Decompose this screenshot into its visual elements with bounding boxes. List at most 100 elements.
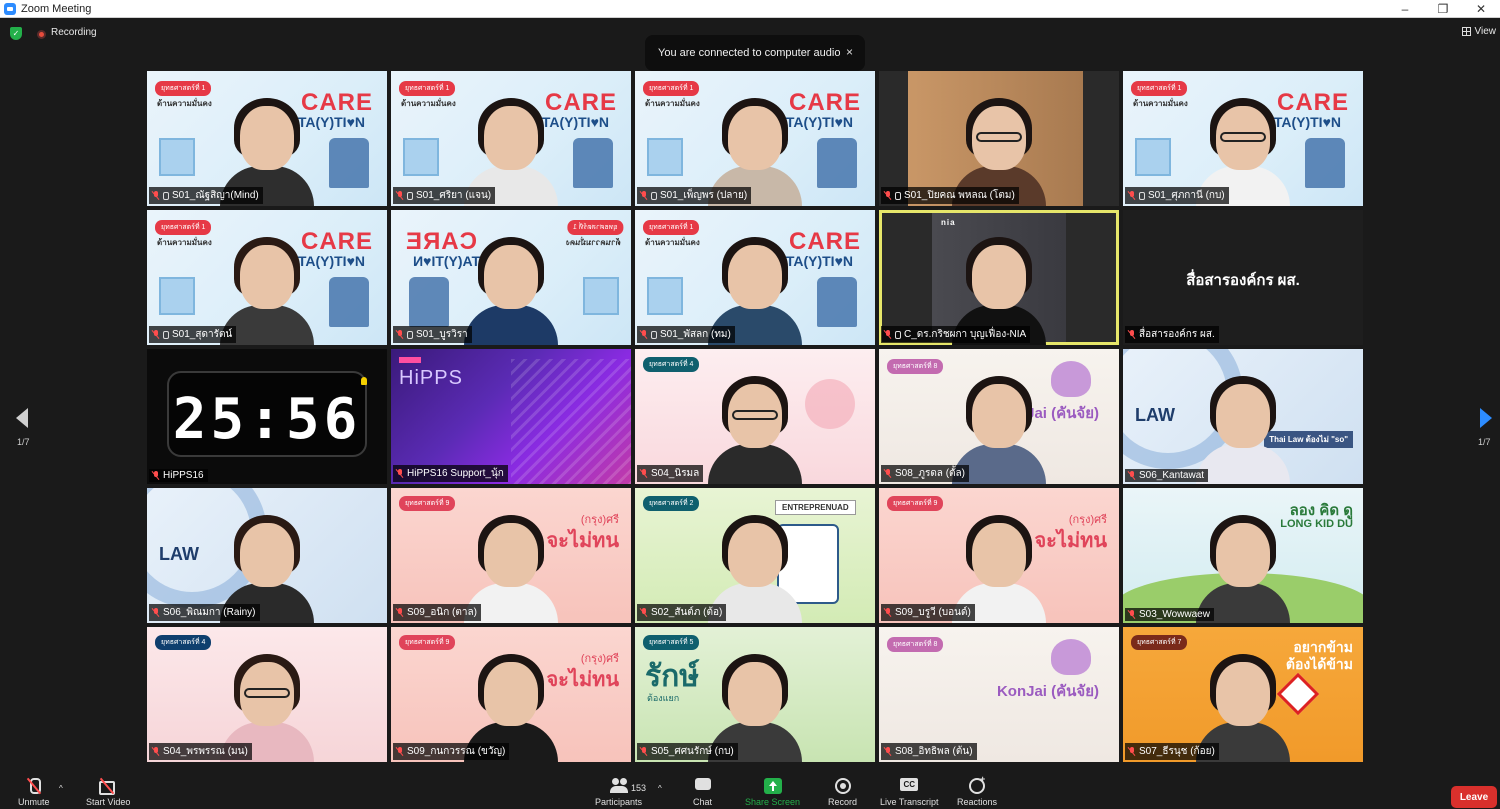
minimize-button[interactable]: – [1386, 0, 1424, 18]
participant-name: S09_บรูวี (บอนด์) [895, 607, 971, 618]
next-page-button[interactable] [1474, 406, 1498, 430]
participant-name: S01_บูรวิรา [416, 329, 468, 340]
participant-name-tag: S08_ภูรดล (ตั้ล) [881, 465, 969, 482]
participant-name: S01_ณัฐสิญา(Mind) [172, 190, 259, 201]
participant-tile[interactable]: ยุทธศาสตร์ที่ 8 KonJai (คันจัย) S08_ภูรดล … [879, 349, 1119, 484]
participant-name-tag: S02_สันต์ภ (ต้อ) [637, 604, 727, 621]
wheelchair-illustration [329, 277, 369, 327]
toast-message: You are connected to computer audio [658, 47, 841, 59]
participant-tile[interactable]: LAW S06_พิณมกา (Rainy) [147, 488, 387, 623]
glasses [244, 688, 290, 698]
stripe-decoration [511, 359, 631, 484]
participant-tile[interactable]: nia C_ดร.กริชผกา บุญเฟื่อง-NIA [879, 210, 1119, 345]
share-screen-button[interactable]: Share Screen [745, 778, 800, 807]
participants-options-caret[interactable]: ^ [658, 784, 662, 793]
microphone-muted-icon [884, 330, 892, 339]
microphone-muted-icon [152, 330, 160, 339]
participant-tile[interactable]: ยุทธศาสตร์ที่ 9 (กรุง)ศรี จะไม่ทน S09_บรูวี… [879, 488, 1119, 623]
participant-tile[interactable]: ยุทธศาสตร์ที่ 1 ด้านความมั่นคง CARE STA(Y)T… [635, 210, 875, 345]
record-label: Record [828, 797, 858, 807]
chevron-left-icon [16, 408, 28, 428]
participant-name-tag: S09_อนิก (ตาล) [393, 604, 481, 621]
participant-tile[interactable]: ลอง คิด ดู LONG KID DU S03_Wowwaew [1123, 488, 1363, 623]
participant-tile[interactable]: S01_ปิยคณ พหลณ (โตม) [879, 71, 1119, 206]
strategy-subtitle: ด้านความมั่นคง [1133, 99, 1188, 108]
strategy-subtitle: ด้านความมั่นคง [645, 238, 700, 247]
participant-name-tag: S01_ศุภกานี (กบ) [1125, 187, 1229, 204]
audio-options-caret[interactable]: ^ [59, 784, 63, 793]
chat-button[interactable]: Chat [693, 778, 712, 807]
toast-close-button[interactable]: × [846, 45, 853, 59]
participant-tile[interactable]: ยุทธศาสตร์ที่ 9 (กรุง)ศรี จะไม่ทน S09_กนกวร… [391, 627, 631, 762]
participant-tile[interactable]: ยุทธศาสตร์ที่ 1 ด้านความมั่นคง CARE STA(Y)T… [147, 210, 387, 345]
microphone-muted-icon [640, 608, 648, 617]
record-icon [834, 778, 852, 794]
previous-page-button[interactable] [10, 406, 34, 430]
close-button[interactable]: ✕ [1462, 0, 1500, 18]
participant-tile[interactable]: สื่อสารองค์กร ผส. สื่อสารองค์กร ผส. [1123, 210, 1363, 345]
shield-icon[interactable]: ✓ [10, 27, 22, 40]
hipps-tag [399, 357, 421, 363]
participant-video [1188, 366, 1298, 484]
participant-name: S06_พิณมกา (Rainy) [163, 607, 256, 618]
participant-name-tag: S09_กนกวรรณ (ขวัญ) [393, 743, 510, 760]
start-video-button[interactable]: Start Video [86, 778, 130, 807]
chat-icon [694, 778, 712, 794]
participant-tile[interactable]: 25:56 HiPPS16 [147, 349, 387, 484]
participant-tile[interactable]: ยุทธศาสตร์ที่ 4 S04_นิรมล [635, 349, 875, 484]
participant-tile[interactable]: ยุทธศาสตร์ที่ 1 ด้านความมั่นคง CARE STA(Y)T… [1123, 71, 1363, 206]
torso [464, 305, 558, 345]
unmute-button[interactable]: Unmute [18, 778, 50, 807]
microphone-muted-icon [884, 608, 892, 617]
live-transcript-button[interactable]: Live Transcript [880, 778, 939, 807]
participant-tile[interactable]: ยุทธศาสตร์ที่ 5 รักษ์ ต้องแยก S05_ศศนรักษ์ … [635, 627, 875, 762]
microphone-muted-icon [1128, 471, 1136, 480]
participant-name: S05_ศศนรักษ์ (กบ) [651, 746, 734, 757]
record-button[interactable]: Record [828, 778, 857, 807]
participant-tile[interactable]: ยุทธศาสตร์ที่ 9 (กรุง)ศรี จะไม่ทน S09_อนิก … [391, 488, 631, 623]
participant-tile[interactable]: HiPPS HiPPS16 Support_นุ้ก [391, 349, 631, 484]
strategy-subtitle: ด้านความมั่นคง [157, 99, 212, 108]
microphone-muted-icon [1128, 191, 1136, 200]
participant-tile[interactable]: ยุทธศาสตร์ที่ 4 S04_พรพรรณ (มน) [147, 627, 387, 762]
leave-button[interactable]: Leave [1451, 786, 1497, 808]
participant-name: S04_นิรมล [651, 468, 700, 479]
participant-name: S04_พรพรรณ (มน) [163, 746, 248, 757]
strategy-tag: ยุทธศาสตร์ที่ 1 [399, 81, 456, 96]
participant-tile[interactable]: ยุทธศาสตร์ที่ 2 ENTREPRENUAD S02_สันต์ภ (ต… [635, 488, 875, 623]
face [972, 523, 1026, 587]
participant-tile[interactable]: ยุทธศาสตร์ที่ 1 ด้านความมั่นคง CARE STA(Y)T… [635, 71, 875, 206]
microphone-muted-icon [1128, 610, 1136, 619]
recording-label[interactable]: Recording [51, 27, 97, 38]
title-bar: Zoom Meeting – ❐ ✕ [0, 0, 1500, 18]
participant-tile[interactable]: ยุทธศาสตร์ที่ 7 อยากข้าม ต้องได้ข้าม S07_ธี… [1123, 627, 1363, 762]
participant-name-tag: S01_ศริยา (แจน) [393, 187, 496, 204]
reactions-button[interactable]: Reactions [957, 774, 997, 807]
strategy-tag: ยุทธศาสตร์ที่ 9 [399, 635, 456, 650]
participant-name: S01_สุดารัตน์ [172, 329, 233, 340]
window-title: Zoom Meeting [21, 2, 92, 15]
law-logo: LAW [159, 544, 199, 564]
view-button[interactable]: View [1461, 26, 1496, 37]
microphone-muted-icon [396, 608, 404, 617]
participant-tile[interactable]: ยุทธศาสตร์ที่ 1 ด้านความมั่นคง CARE STA(Y)T… [391, 210, 631, 345]
restore-button[interactable]: ❐ [1424, 0, 1462, 18]
wheelchair-illustration [1305, 138, 1345, 188]
participant-tile[interactable]: ยุทธศาสตร์ที่ 1 ด้านความมั่นคง CARE STA(Y)T… [147, 71, 387, 206]
participant-name-tag: S03_Wowwaew [1125, 608, 1214, 621]
clock-display: 25:56 [167, 371, 367, 457]
microphone-muted-icon [884, 747, 892, 756]
face [484, 662, 538, 726]
participant-name-tag: S01_พัสลก (ทม) [637, 326, 735, 343]
participant-tile[interactable]: LAW Thai Law ต้องไม่ "so" S06_Kantawat [1123, 349, 1363, 484]
glasses [976, 132, 1022, 142]
participant-name: HiPPS16 Support_นุ้ก [407, 468, 504, 479]
microphone-muted-icon [396, 747, 404, 756]
torso [708, 444, 802, 484]
participant-name: HiPPS16 [163, 470, 204, 481]
wheelchair-illustration [573, 138, 613, 188]
participant-tile[interactable]: ยุทธศาสตร์ที่ 8 KonJai (คันจัย) S08_อิทธิพ… [879, 627, 1119, 762]
participant-tile[interactable]: ยุทธศาสตร์ที่ 1 ด้านความมั่นคง CARE STA(Y)T… [391, 71, 631, 206]
microphone-muted-icon [152, 747, 160, 756]
bell-icon [361, 377, 367, 385]
